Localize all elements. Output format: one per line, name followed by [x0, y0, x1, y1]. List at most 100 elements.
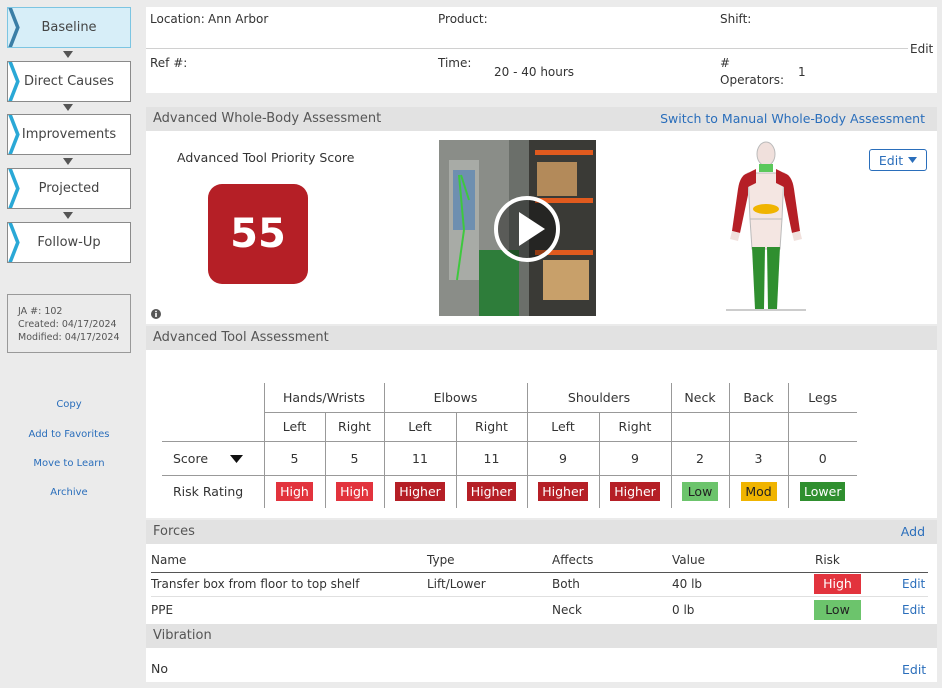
vibration-title: Vibration	[153, 628, 212, 643]
risk-row-label: Risk Rating	[162, 474, 265, 508]
force-value: 40 lb	[672, 577, 703, 591]
risk-rating-badge: Low	[682, 482, 718, 502]
col-risk: Risk	[815, 553, 840, 567]
info-icon[interactable]	[151, 309, 161, 319]
video-thumbnail[interactable]	[439, 140, 596, 316]
table-row: PPE Neck 0 lb Low Edit	[151, 598, 928, 623]
score-cell: 11	[455, 440, 528, 476]
operators-value: 1	[798, 65, 806, 79]
step-improvements[interactable]: Improvements	[7, 114, 131, 155]
table-row: Transfer box from floor to top shelf Lif…	[151, 572, 928, 597]
copy-link[interactable]: Copy	[0, 399, 138, 410]
side-right: Right	[455, 411, 528, 442]
side-left: Left	[526, 411, 600, 442]
chevron-right-icon	[8, 115, 20, 154]
edit-force-link[interactable]: Edit	[902, 603, 925, 617]
vibration-value: No	[151, 661, 168, 676]
risk-rating-badge: Higher	[610, 482, 660, 502]
edit-force-link[interactable]: Edit	[902, 577, 925, 591]
col-name: Name	[151, 553, 187, 567]
side-left: Left	[263, 411, 326, 442]
risk-badge: Low	[814, 600, 861, 620]
risk-rating-badge: Higher	[395, 482, 445, 502]
created-date: Created: 04/17/2024	[18, 319, 117, 330]
assessment-table: Hands/Wrists Elbows Shoulders Neck Back …	[162, 383, 857, 508]
time-label: Time:	[438, 56, 472, 70]
arrow-down-icon	[63, 158, 73, 165]
group-legs: Legs	[787, 383, 857, 413]
caret-down-icon	[908, 157, 918, 163]
step-label: Baseline	[41, 20, 97, 35]
step-label: Improvements	[21, 127, 117, 142]
score-cell: 5	[324, 440, 385, 476]
side-right: Right	[324, 411, 385, 442]
edit-label: Edit	[878, 152, 904, 168]
vibration-panel: No Edit	[146, 648, 937, 682]
risk-badge: High	[814, 574, 861, 594]
risk-rating-badge: Higher	[466, 482, 517, 502]
operators-hash: #	[720, 56, 731, 70]
wholebody-header: Advanced Whole-Body Assessment Switch to…	[146, 107, 937, 131]
group-back: Back	[728, 383, 789, 413]
score-label: Advanced Tool Priority Score	[177, 150, 355, 165]
edit-info-link[interactable]: Edit	[910, 42, 933, 56]
ja-number: JA #: 102	[18, 306, 63, 317]
arrow-down-icon	[63, 51, 73, 58]
group-elbows: Elbows	[383, 383, 528, 413]
step-label: Projected	[38, 181, 100, 196]
force-value: 0 lb	[672, 603, 695, 617]
score-row-label: Score	[173, 450, 209, 466]
step-label: Follow-Up	[37, 235, 101, 250]
group-neck: Neck	[670, 383, 730, 413]
risk-rating-badge: Lower	[800, 482, 846, 502]
score-cell: 3	[728, 440, 789, 476]
job-meta-box: JA #: 102 Created: 04/17/2024 Modified: …	[7, 294, 131, 353]
archive-link[interactable]: Archive	[0, 487, 138, 498]
job-info-panel: Location: Ann Arbor Product: Shift: Edit…	[146, 7, 937, 93]
time-value: 20 - 40 hours	[494, 65, 575, 79]
arrow-down-icon	[63, 104, 73, 111]
force-affects: Both	[552, 577, 580, 591]
score-cell: 11	[383, 440, 457, 476]
score-row-header[interactable]: Score	[162, 440, 265, 476]
score-cell: 9	[526, 440, 600, 476]
chevron-right-icon	[8, 8, 20, 47]
move-to-learn-link[interactable]: Move to Learn	[0, 458, 138, 469]
shift-label: Shift:	[720, 12, 752, 26]
risk-rating-badge: High	[276, 482, 313, 502]
wholebody-panel: Advanced Tool Priority Score 55 Edit	[146, 131, 937, 324]
force-affects: Neck	[552, 603, 582, 617]
step-baseline[interactable]: Baseline	[7, 7, 131, 48]
side-right: Right	[598, 411, 672, 442]
risk-rating-badge: Higher	[538, 482, 588, 502]
divider	[146, 48, 908, 49]
col-value: Value	[672, 553, 705, 567]
score-cell: 0	[787, 440, 857, 476]
forces-header: Forces Add	[146, 520, 937, 544]
chevron-right-icon	[8, 169, 20, 208]
group-shoulders: Shoulders	[526, 383, 672, 413]
switch-manual-link[interactable]: Switch to Manual Whole-Body Assessment	[660, 107, 925, 131]
step-follow-up[interactable]: Follow-Up	[7, 222, 131, 263]
step-direct-causes[interactable]: Direct Causes	[7, 61, 131, 102]
score-cell: 2	[670, 440, 730, 476]
step-projected[interactable]: Projected	[7, 168, 131, 209]
location-label: Location:	[150, 12, 205, 26]
risk-rating-badge: High	[336, 482, 373, 502]
side-left: Left	[383, 411, 457, 442]
force-type: Lift/Lower	[427, 577, 486, 591]
product-label: Product:	[438, 12, 488, 26]
tool-assessment-header: Advanced Tool Assessment	[146, 326, 937, 350]
tool-assessment-title: Advanced Tool Assessment	[153, 330, 329, 345]
sidebar: Baseline Direct Causes Improvements Proj…	[0, 0, 138, 688]
score-cell: 5	[263, 440, 326, 476]
add-to-favorites-link[interactable]: Add to Favorites	[0, 429, 138, 440]
edit-dropdown-button[interactable]: Edit	[869, 149, 927, 171]
location-value: Ann Arbor	[208, 12, 269, 26]
body-risk-map	[726, 141, 806, 311]
wholebody-title: Advanced Whole-Body Assessment	[153, 111, 382, 126]
add-force-link[interactable]: Add	[901, 520, 925, 544]
edit-vibration-link[interactable]: Edit	[902, 662, 926, 677]
forces-title: Forces	[153, 524, 195, 539]
tool-assessment-panel: Hands/Wrists Elbows Shoulders Neck Back …	[146, 350, 937, 518]
